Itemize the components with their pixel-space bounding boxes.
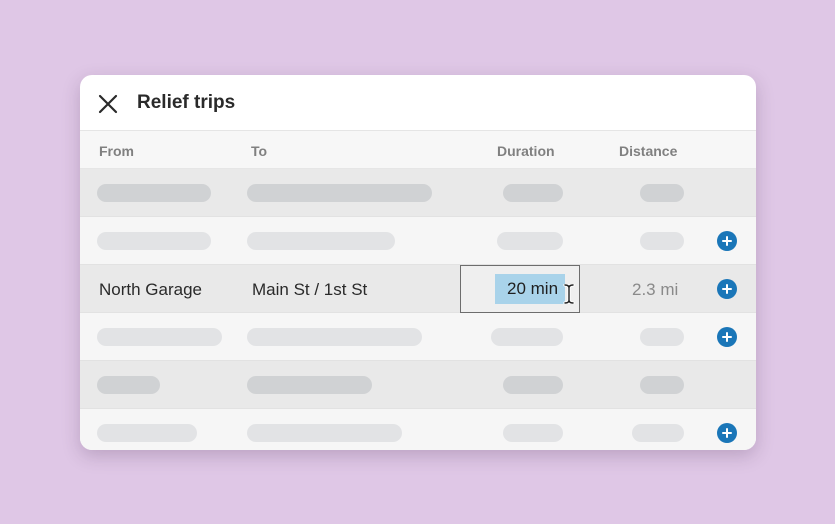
dialog-header: Relief trips [80, 75, 756, 131]
table-row-active[interactable]: North Garage Main St / 1st St 20 min 2.3… [80, 265, 756, 313]
placeholder-duration [497, 232, 563, 250]
placeholder-from [97, 232, 211, 250]
placeholder-distance [640, 184, 684, 202]
placeholder-to [247, 328, 422, 346]
table-row[interactable] [80, 169, 756, 217]
duration-input[interactable]: 20 min [460, 265, 580, 313]
placeholder-duration [503, 424, 563, 442]
table-row[interactable] [80, 313, 756, 361]
placeholder-from [97, 184, 211, 202]
placeholder-duration [491, 328, 563, 346]
table-row[interactable] [80, 409, 756, 450]
placeholder-distance [640, 328, 684, 346]
close-icon[interactable] [96, 92, 120, 116]
placeholder-to [247, 232, 395, 250]
column-header-from: From [99, 143, 134, 159]
duration-value: 20 min [507, 279, 559, 298]
placeholder-distance [632, 424, 684, 442]
placeholder-to [247, 424, 402, 442]
column-header-to: To [251, 143, 268, 159]
cell-from: North Garage [99, 280, 202, 299]
plus-circle-icon[interactable] [717, 423, 737, 443]
table-row[interactable] [80, 361, 756, 409]
placeholder-to [247, 376, 372, 394]
placeholder-distance [640, 232, 684, 250]
dialog-title: Relief trips [137, 92, 236, 113]
relief-trips-dialog: Relief trips From To Duration Distance N… [80, 75, 756, 450]
placeholder-from [97, 328, 222, 346]
placeholder-to [247, 184, 432, 202]
column-header-duration: Duration [497, 143, 555, 159]
cell-distance: 2.3 mi [632, 280, 679, 299]
placeholder-duration [503, 184, 563, 202]
plus-circle-icon[interactable] [717, 279, 737, 299]
placeholder-distance [640, 376, 684, 394]
placeholder-from [97, 376, 160, 394]
placeholder-from [97, 424, 197, 442]
cell-to: Main St / 1st St [252, 280, 368, 299]
plus-circle-icon[interactable] [717, 231, 737, 251]
placeholder-duration [503, 376, 563, 394]
table-row[interactable] [80, 217, 756, 265]
text-cursor-icon [563, 284, 575, 304]
table-header: From To Duration Distance [80, 131, 756, 169]
plus-circle-icon[interactable] [717, 327, 737, 347]
column-header-distance: Distance [619, 143, 678, 159]
